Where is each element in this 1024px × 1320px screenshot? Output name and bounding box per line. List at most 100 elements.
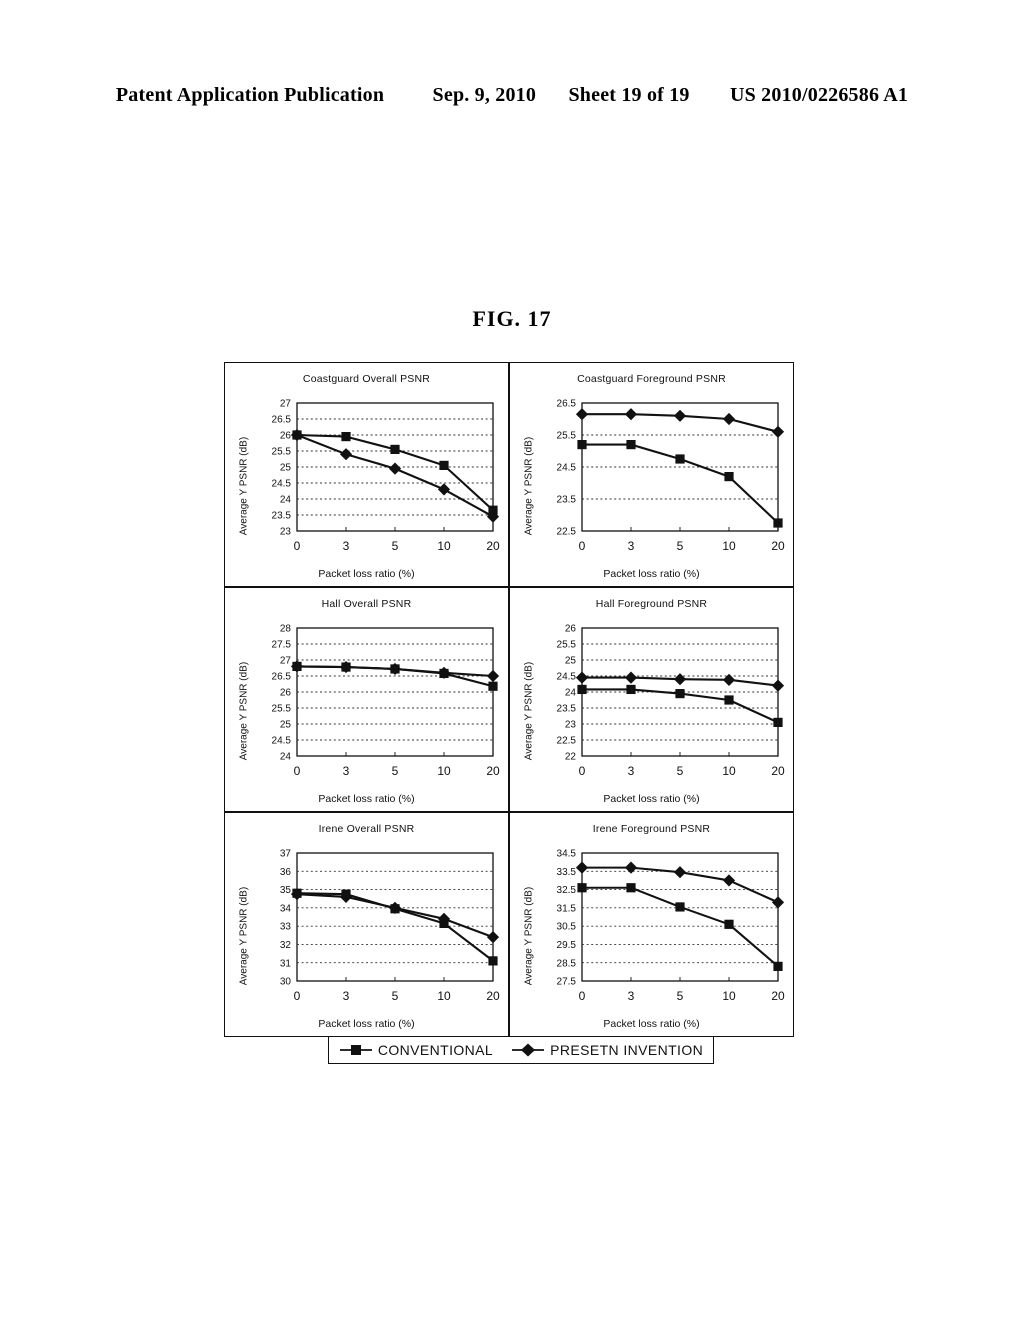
y-tick-label: 23 [565,720,577,731]
x-tick-label: 20 [771,989,785,1003]
square-marker-icon [390,444,400,454]
y-tick-label: 22 [565,752,577,763]
x-tick-label: 3 [628,989,635,1003]
x-tick-label: 3 [343,764,350,778]
x-tick-label: 0 [294,539,301,553]
y-axis-label: Average Y PSNR (dB) [523,886,535,986]
square-marker-icon [724,919,734,929]
y-tick-label: 25.5 [272,704,292,715]
square-marker-icon [773,961,783,971]
y-tick-label: 23.5 [272,511,292,522]
chart-panel-coastguard-overall: Coastguard Overall PSNR 27 26.5 26 25.5 25 24… [224,362,509,587]
x-tick-label: 3 [628,539,635,553]
figure-body: Coastguard Overall PSNR 27 26.5 26 25.5 25 24… [224,362,794,1037]
square-marker-icon [488,956,498,966]
diamond-marker-icon [339,448,353,461]
square-marker-icon [626,440,636,450]
y-tick-label: 26.5 [557,399,577,410]
diamond-marker-icon [771,425,785,438]
x-tick-label: 10 [437,764,451,778]
chart-panel-irene-overall: Irene Overall PSNR 37 36 35 34 33 32 31 30 0 3 5 10… [224,812,509,1037]
y-tick-label: 22.5 [557,527,577,538]
x-tick-label: 5 [392,989,399,1003]
y-tick-label: 36 [280,867,292,878]
diamond-marker-icon [722,412,736,426]
diamond-marker-icon [722,874,736,887]
chart-panel-hall-foreground: Hall Foreground PSNR 26 25.5 25 24.5 24 23.5 2… [509,587,794,812]
legend-label-present-invention: PRESETN INVENTION [550,1042,704,1058]
x-tick-label: 3 [628,764,635,778]
series-line [580,886,780,968]
diamond-marker-icon [575,408,589,421]
chart-svg: 27 26.5 26 25.5 25 24.5 24 23.5 230 3 5 10 20 [272,399,500,553]
series-line [295,893,495,939]
square-marker-icon [773,518,783,528]
x-axis-label: Packet loss ratio (%) [603,793,700,805]
y-tick-label: 28 [280,624,292,635]
y-axis-label: Average Y PSNR (dB) [238,661,250,761]
chart-title: Hall Overall PSNR [321,598,412,610]
square-marker-icon [439,460,449,470]
y-tick-label: 33.5 [557,867,577,878]
chart-svg: 37363534333231300 3 5 10 20 [280,849,500,1003]
diamond-marker-icon [624,408,638,421]
square-marker-icon [724,695,734,705]
header-publication: Patent Application Publication [115,84,385,106]
x-axis-label: Packet loss ratio (%) [603,1018,700,1030]
x-tick-label: 3 [343,989,350,1003]
square-marker-icon [675,454,685,464]
chart-panel-hall-overall: Hall Overall PSNR 28 27.5 27 26.5 26 25.5 25 24… [224,587,509,812]
x-axis-label: Packet loss ratio (%) [318,568,415,580]
y-tick-label: 26 [280,431,292,442]
y-tick-label: 30.5 [557,922,577,933]
y-axis-label: Average Y PSNR (dB) [523,661,535,761]
y-tick-label: 33 [280,922,292,933]
header-date: Sep. 9, 2010 [432,84,537,106]
x-tick-label: 10 [437,539,451,553]
diamond-marker-icon [486,931,500,944]
y-tick-label: 26.5 [272,415,292,426]
header-patent-number: US 2010/0226586 A1 [730,84,909,106]
chart-panel-coastguard-foreground: Coastguard Foreground PSNR 26.5 25.5 24.5 2… [509,362,794,587]
y-tick-label: 26 [565,624,577,635]
x-axis-label: Packet loss ratio (%) [318,1018,415,1030]
figure-legend: CONVENTIONAL PRESETN INVENTION [328,1036,714,1064]
square-marker-icon [577,883,587,893]
y-tick-label: 31 [280,958,292,969]
y-axis-label: Average Y PSNR (dB) [238,436,250,536]
y-tick-label: 25.5 [272,447,292,458]
x-tick-label: 0 [579,989,586,1003]
plot-area: 27 26.5 26 25.5 25 24.5 24 23.5 23 0 3 5 10 20 Averag… [225,391,510,581]
y-tick-label: 25 [280,463,292,474]
x-axis-label: Packet loss ratio (%) [318,793,415,805]
diamond-marker-icon [486,669,500,683]
square-marker-icon [341,432,351,442]
square-marker-icon [773,717,783,727]
x-tick-label: 5 [392,539,399,553]
y-tick-label: 26.5 [272,672,292,683]
y-tick-label: 30 [280,977,292,988]
diamond-marker-icon [388,462,402,475]
x-tick-label: 10 [722,539,736,553]
y-tick-label: 25.5 [557,431,577,442]
y-tick-label: 27 [280,399,292,410]
chart-svg: 26 25.5 25 24.5 24 23.5 23 22.5 220 3 5 10 20 [557,624,785,778]
plot-area: 34.5 33.5 32.5 31.5 30.5 29.5 28.5 27.5 0 3 5 10 20 … [510,841,795,1031]
y-tick-label: 32 [280,940,292,951]
diamond-marker-icon [575,861,589,874]
diamond-marker-icon [624,861,638,874]
y-tick-label: 24 [280,495,292,506]
x-tick-label: 20 [486,764,500,778]
y-tick-label: 25 [280,720,292,731]
x-tick-label: 10 [437,989,451,1003]
y-tick-label: 24.5 [557,463,577,474]
y-tick-label: 24 [280,752,292,763]
square-marker-icon [675,902,685,912]
x-tick-label: 20 [486,539,500,553]
y-tick-label: 27.5 [557,977,577,988]
y-tick-label: 34 [280,903,292,914]
x-tick-label: 20 [771,539,785,553]
y-tick-label: 24.5 [272,479,292,490]
y-tick-label: 25 [565,656,577,667]
square-marker-icon [339,1045,372,1055]
